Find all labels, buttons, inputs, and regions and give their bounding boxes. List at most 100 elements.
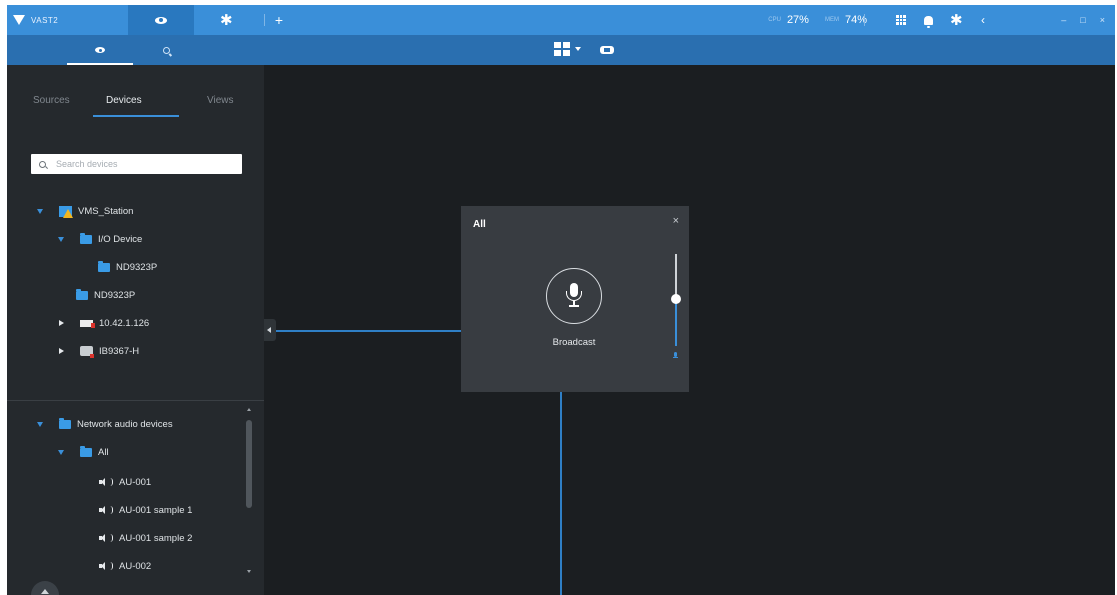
volume-slider-handle[interactable] (671, 294, 681, 304)
vivotek-logo-icon (13, 15, 25, 25)
close-icon[interactable]: × (673, 215, 679, 227)
expand-arrow-icon[interactable] (37, 421, 43, 427)
folder-icon (80, 445, 92, 457)
app-logo: VAST2 (13, 5, 58, 35)
list-item[interactable]: AU-001 sample 1 (99, 501, 192, 519)
quad-layout-icon (554, 42, 570, 56)
list-item[interactable]: AU-001 sample 2 (99, 529, 192, 547)
system-stats: CPU 27% MEM 74% (768, 5, 877, 35)
volume-slider-fill (675, 298, 677, 346)
tab-live-view[interactable] (128, 5, 194, 35)
tree-item-label: 10.42.1.126 (99, 317, 150, 329)
cpu-label: CPU (768, 17, 781, 23)
search-icon (162, 46, 170, 54)
tree-item-label: AU-001 sample 1 (119, 504, 193, 516)
sidebar: Sources Devices Views VMS_Station I/O De… (7, 65, 264, 595)
tree-item-label: I/O Device (98, 233, 143, 245)
connector-line (560, 392, 562, 595)
broadcast-button[interactable] (546, 268, 602, 324)
tree-item-10-42-1-126[interactable]: 10.42.1.126 (59, 314, 149, 332)
broadcast-label: Broadcast (552, 337, 596, 348)
folder-icon (80, 232, 92, 244)
mic-level-icon (673, 352, 679, 359)
tree-item-label: AU-001 (119, 476, 152, 488)
tree-item-label: AU-001 sample 2 (119, 532, 193, 544)
tree-item-label: ND9323P (116, 261, 158, 273)
top-bar: VAST2 + CPU 27% MEM 74% ‹ – □ × (7, 5, 1115, 35)
app-name: VAST2 (31, 15, 59, 25)
scroll-up-icon[interactable] (247, 408, 251, 411)
gear-icon (220, 11, 233, 29)
layout-selector-button[interactable] (554, 42, 581, 56)
film-icon[interactable] (600, 46, 614, 54)
tree-item-label: AU-002 (119, 560, 152, 572)
bell-icon[interactable] (924, 15, 933, 28)
tree-item-label: IB9367-H (99, 345, 140, 357)
tree-item-vms-station[interactable]: VMS_Station (37, 202, 133, 220)
active-tab-indicator (93, 115, 179, 117)
tree-item-ib9367-h[interactable]: IB9367-H (59, 342, 139, 360)
header-icons: ‹ (896, 5, 985, 35)
tree-item-io-device[interactable]: I/O Device (58, 230, 142, 248)
station-warning-icon (59, 205, 73, 218)
panel-title: All (473, 219, 486, 230)
list-item[interactable]: AU-001 (99, 473, 151, 491)
speaker-icon (99, 478, 108, 486)
folder-icon (76, 288, 88, 300)
add-tab-button[interactable]: + (269, 5, 289, 35)
folder-icon (98, 260, 110, 272)
expand-arrow-icon[interactable] (58, 236, 64, 242)
device-search-box (31, 154, 242, 174)
app-window: VAST2 + CPU 27% MEM 74% ‹ – □ × (7, 5, 1115, 595)
tab-devices[interactable]: Devices (106, 95, 142, 106)
tab-monitoring[interactable] (67, 35, 133, 65)
tree-item-label: All (98, 446, 109, 458)
speaker-icon (99, 534, 108, 542)
collapse-sidebar-button[interactable] (264, 319, 276, 341)
eye-icon (155, 16, 167, 24)
tab-views[interactable]: Views (207, 95, 234, 106)
tree-item-label: Network audio devices (77, 418, 173, 430)
tree-item-label: ND9323P (94, 289, 136, 301)
speaker-icon (99, 562, 108, 570)
tab-sources[interactable]: Sources (33, 95, 70, 106)
collapse-arrow-icon[interactable] (59, 320, 64, 326)
maximize-icon[interactable]: □ (1080, 15, 1085, 25)
sub-toolbar (7, 35, 1115, 65)
scroll-down-icon[interactable] (247, 570, 251, 573)
expand-arrow-icon[interactable] (37, 208, 43, 214)
tree-item-nd9323p-child[interactable]: ND9323P (98, 258, 157, 276)
window-controls: – □ × (1061, 5, 1105, 35)
broadcast-panel: All × Broadcast (461, 206, 689, 392)
search-input[interactable] (56, 159, 226, 169)
camera-icon (80, 319, 95, 328)
eye-icon (95, 47, 105, 53)
tab-divider (264, 14, 265, 26)
sidebar-tabs: Sources Devices Views (7, 95, 264, 117)
close-icon[interactable]: × (1100, 15, 1105, 25)
chevron-down-icon (575, 47, 581, 51)
gear-icon[interactable] (950, 11, 963, 29)
folder-icon (59, 417, 71, 429)
list-item[interactable]: AU-002 (99, 557, 151, 575)
tree-item-all[interactable]: All (58, 443, 109, 461)
minimize-icon[interactable]: – (1061, 15, 1066, 25)
collapse-arrow-icon[interactable] (59, 348, 64, 354)
sidebar-divider (7, 400, 264, 401)
grid-icon[interactable] (896, 15, 906, 25)
tab-settings[interactable] (194, 5, 260, 35)
tree-item-label: VMS_Station (78, 205, 134, 217)
scrollbar-thumb[interactable] (246, 420, 252, 508)
search-icon (39, 160, 46, 168)
back-icon[interactable]: ‹ (981, 13, 985, 27)
mem-label: MEM (824, 17, 839, 23)
connector-line (276, 330, 461, 332)
expand-arrow-icon[interactable] (58, 449, 64, 455)
tree-item-network-audio-devices[interactable]: Network audio devices (37, 415, 173, 433)
speaker-icon (99, 506, 108, 514)
tab-search[interactable] (133, 35, 199, 65)
expand-panel-button[interactable] (31, 581, 59, 595)
camera-icon (80, 346, 94, 358)
cpu-value: 27% (786, 14, 809, 26)
tree-item-nd9323p[interactable]: ND9323P (76, 286, 135, 304)
